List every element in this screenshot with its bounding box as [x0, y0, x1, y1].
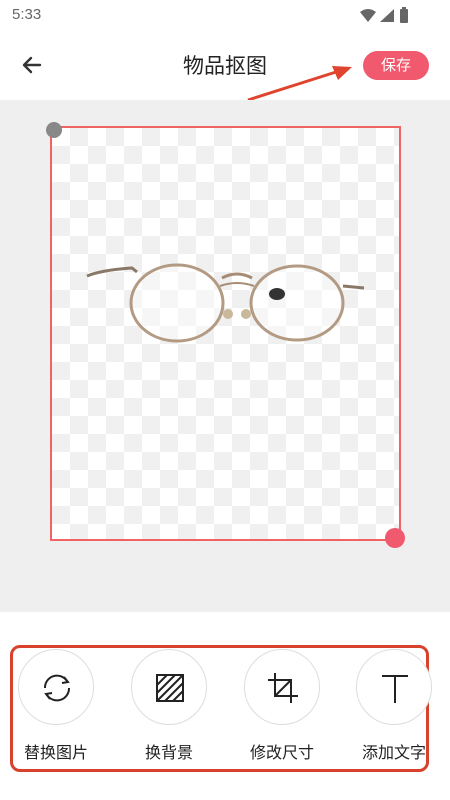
- status-icons: [360, 7, 408, 23]
- wifi-icon: [360, 9, 376, 22]
- tool-resize[interactable]: 修改尺寸: [232, 649, 332, 765]
- tool-label: 替换图片: [23, 743, 88, 762]
- background-pattern-icon: [156, 674, 184, 702]
- app-bar: 物品抠图 保存: [0, 30, 450, 100]
- tool-change-background[interactable]: 换背景: [119, 649, 219, 765]
- cutout-image-frame[interactable]: [50, 126, 401, 541]
- tool-label: 修改尺寸: [249, 743, 314, 762]
- tool-add-text[interactable]: 添加文字: [344, 649, 444, 765]
- status-time: 5:33: [12, 6, 42, 23]
- tool-circle: [356, 649, 432, 725]
- save-button[interactable]: 保存: [363, 51, 429, 80]
- crop-icon: [268, 673, 298, 703]
- tool-circle: [18, 649, 94, 725]
- glasses-image: [86, 263, 365, 343]
- status-bar: 5:33: [0, 0, 450, 30]
- tool-circle: [131, 649, 207, 725]
- tool-replace-image[interactable]: 替换图片: [6, 649, 106, 765]
- resize-handle-top-left[interactable]: [46, 122, 62, 138]
- signal-icon: [380, 9, 394, 22]
- refresh-icon: [43, 674, 71, 702]
- resize-handle-bottom-right[interactable]: [385, 528, 405, 548]
- tool-circle: [244, 649, 320, 725]
- text-icon: [382, 675, 408, 703]
- bottom-toolbar: 替换图片 换背景 修改尺寸 添加文字: [0, 612, 450, 800]
- tool-label: 添加文字: [361, 743, 426, 762]
- tool-label: 换背景: [144, 743, 193, 762]
- battery-icon: [400, 9, 408, 23]
